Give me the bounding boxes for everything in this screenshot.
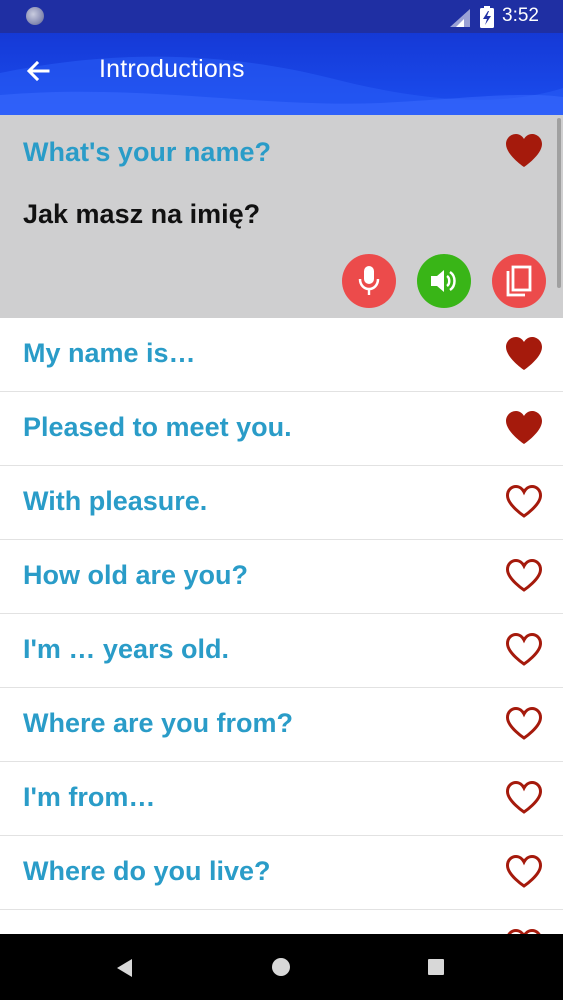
list-item[interactable]: Where do you live?: [0, 836, 563, 910]
expanded-phrase-card[interactable]: What's your name? Jak masz na imię?: [0, 115, 563, 318]
status-bar: 3:52: [0, 0, 563, 33]
phrase-label: With pleasure.: [23, 486, 208, 516]
microphone-icon: [358, 266, 380, 295]
phrase-label: Where are you from?: [23, 708, 294, 738]
navigation-bar: [0, 934, 563, 1000]
phrase-label: My name is…: [23, 338, 196, 368]
heart-outline-icon[interactable]: [504, 484, 544, 520]
phrase-label: I'm from…: [23, 782, 156, 812]
translation-text: Jak masz na imię?: [23, 199, 261, 229]
speaker-icon: [431, 270, 456, 292]
status-time: 3:52: [502, 5, 539, 26]
header-wave-decoration: [0, 56, 563, 115]
phrase-label: Pleased to meet you.: [23, 412, 292, 442]
phrase-text: What's your name?: [23, 137, 271, 167]
heart-outline-icon[interactable]: [504, 780, 544, 816]
list-item[interactable]: Pleased to meet you.: [0, 392, 563, 466]
heart-filled-icon[interactable]: [504, 336, 544, 372]
nav-back-icon[interactable]: [116, 958, 134, 978]
phrase-label: I'm … years old.: [23, 634, 229, 664]
heart-filled-icon[interactable]: [504, 410, 544, 446]
heart-filled-icon[interactable]: [504, 133, 544, 169]
heart-outline-icon[interactable]: [504, 558, 544, 594]
list-item[interactable]: I'm … years old.: [0, 614, 563, 688]
list-item[interactable]: My name is…: [0, 318, 563, 392]
list-item[interactable]: I'm from…: [0, 762, 563, 836]
notification-circle-icon: [26, 7, 44, 25]
heart-outline-icon[interactable]: [504, 706, 544, 742]
heart-outline-icon[interactable]: [504, 632, 544, 668]
heart-outline-icon[interactable]: [504, 854, 544, 890]
page-title: Introductions: [99, 55, 245, 83]
app-bar: Introductions: [0, 33, 563, 115]
signal-icon: [450, 9, 470, 27]
copy-button[interactable]: [492, 254, 546, 308]
microphone-button[interactable]: [342, 254, 396, 308]
arrow-left-icon[interactable]: [24, 57, 52, 85]
copy-icon: [506, 265, 532, 297]
speaker-button[interactable]: [417, 254, 471, 308]
nav-home-icon[interactable]: [272, 958, 290, 976]
scrollbar[interactable]: [557, 118, 561, 288]
nav-recents-icon[interactable]: [428, 959, 444, 975]
battery-charging-icon: [480, 6, 494, 28]
list-item[interactable]: How old are you?: [0, 540, 563, 614]
phrase-label: How old are you?: [23, 560, 249, 590]
phrase-list: My name is… Pleased to meet you. With pl…: [0, 318, 563, 984]
phrase-label: Where do you live?: [23, 856, 271, 886]
list-item[interactable]: Where are you from?: [0, 688, 563, 762]
list-item[interactable]: With pleasure.: [0, 466, 563, 540]
